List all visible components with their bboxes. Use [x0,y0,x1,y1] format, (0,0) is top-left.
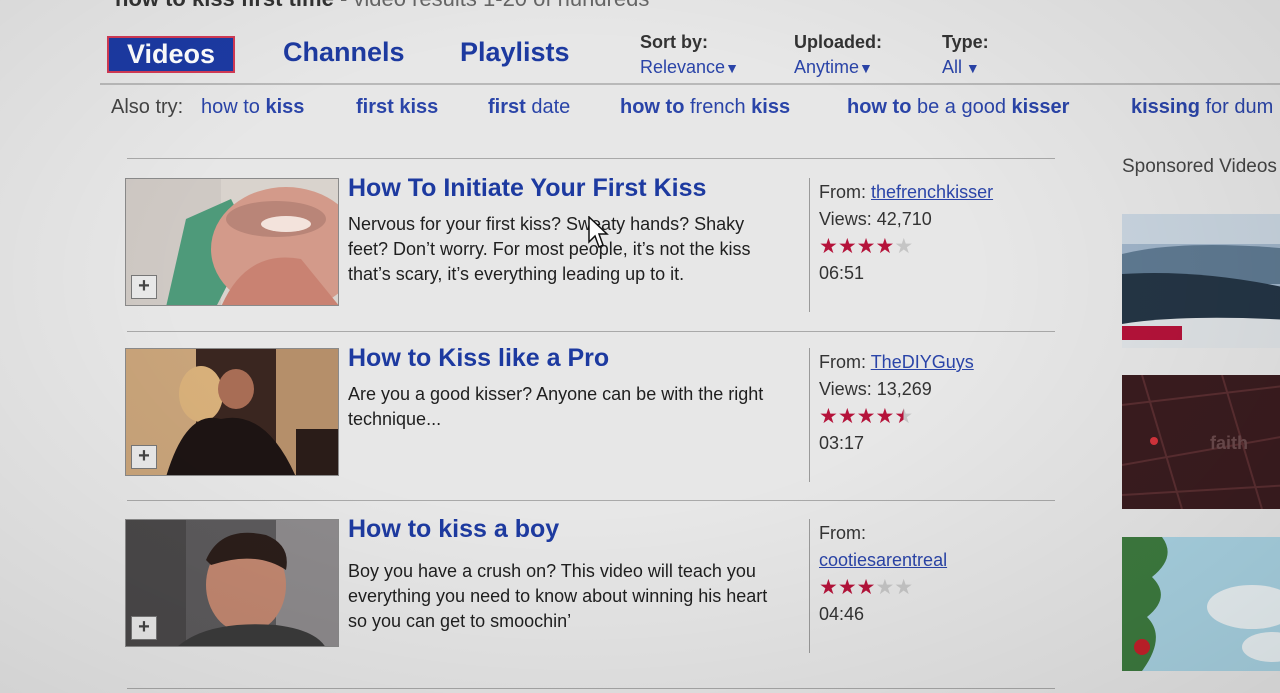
tab-videos[interactable]: Videos [107,36,235,73]
result-divider [127,331,1055,332]
video-result: + How To Initiate Your First Kiss Nervou… [125,174,1055,348]
type-label: Type: [942,32,989,52]
sort-label: Sort by: [640,32,709,52]
result-divider [127,500,1055,501]
star-icon: ★★ [875,576,914,599]
star-icon: ★★★★ [819,235,895,258]
uploaded-filter[interactable]: Uploaded: Anytime▼ [794,32,882,78]
results-count: - video results 1-20 of hundreds [340,0,649,11]
from-label: From: [819,182,866,202]
sponsored-heading: Sponsored Videos [1122,156,1277,177]
also-try-link[interactable]: first date [488,96,570,119]
channel-link[interactable]: cootiesarentreal [819,547,947,574]
channel-link[interactable]: TheDIYGuys [871,352,974,372]
sponsored-video-thumbnail[interactable] [1122,214,1280,348]
result-divider [127,688,1055,689]
video-result: + How to kiss a boy Boy you have a crush… [125,515,1055,689]
sort-dropdown[interactable]: Relevance▼ [640,57,739,78]
video-duration: 04:46 [819,604,865,624]
video-description: Nervous for your first kiss? Sweaty hand… [348,214,751,284]
caret-down-icon: ▼ [962,60,980,76]
video-result: + How to Kiss like a Pro Are you a good … [125,344,1055,518]
video-description: Are you a good kisser? Anyone can be wit… [348,384,764,429]
type-filter[interactable]: Type: All ▼ [942,32,989,78]
add-to-playlist-icon[interactable]: + [131,616,157,640]
star-icon: ★ [894,235,914,258]
uploaded-dropdown[interactable]: Anytime▼ [794,57,882,78]
sponsored-video-thumbnail[interactable]: faith [1122,375,1280,509]
sort-filter[interactable]: Sort by: Relevance▼ [640,32,739,78]
video-meta: From: TheDIYGuys Views: 13,269 ★★★★★ 03:… [819,349,974,457]
also-try-link[interactable]: how to kiss [201,96,304,119]
star-rating: ★★★★★ [819,403,974,430]
channel-link[interactable]: thefrenchkisser [871,182,993,202]
video-description: Boy you have a crush on? This video will… [348,561,768,631]
mouse-cursor-icon [588,216,609,249]
sponsored-video-thumbnail[interactable] [1122,537,1280,671]
ad-overlay-text: faith [1210,433,1248,453]
video-meta: From: cootiesarentreal ★★★★★ 04:46 [819,520,947,628]
also-try-link[interactable]: first kiss [356,96,438,119]
video-duration: 03:17 [819,433,865,453]
video-title-link[interactable]: How To Initiate Your First Kiss [348,174,706,203]
also-try-label: Also try: [111,96,184,118]
video-title-link[interactable]: How to Kiss like a Pro [348,344,609,373]
meta-divider [809,348,810,482]
view-count: Views: 13,269 [819,379,932,399]
caret-down-icon: ▼ [859,60,873,76]
tab-channels[interactable]: Channels [283,37,405,68]
also-try-link[interactable]: how to french kiss [620,96,790,119]
star-icon: ★★★ [819,576,876,599]
video-duration: 06:51 [819,263,865,283]
meta-divider [809,519,810,653]
video-title-link[interactable]: How to kiss a boy [348,515,559,544]
star-rating: ★★★★★ [819,574,947,601]
star-icon: ★ [894,405,914,428]
from-label: From: [819,352,866,372]
video-thumbnail[interactable]: + [125,519,339,647]
type-dropdown[interactable]: All ▼ [942,57,989,78]
star-rating: ★★★★★ [819,233,993,260]
video-meta: From: thefrenchkisser Views: 42,710 ★★★★… [819,179,993,287]
video-thumbnail[interactable]: + [125,348,339,476]
tab-playlists[interactable]: Playlists [460,37,570,68]
also-try-link[interactable]: how to be a good kisser [847,96,1069,119]
meta-divider [809,178,810,312]
query-text: how to kiss first time [115,0,334,11]
header-divider [100,83,1280,85]
add-to-playlist-icon[interactable]: + [131,275,157,299]
caret-down-icon: ▼ [725,60,739,76]
result-divider [127,158,1055,159]
add-to-playlist-icon[interactable]: + [131,445,157,469]
also-try-bar: Also try: how to kiss first kiss first d… [111,96,1273,119]
also-try-link[interactable]: kissing for dum [1131,96,1273,119]
star-icon: ★★★★ [819,405,895,428]
video-thumbnail[interactable]: + [125,178,339,306]
search-results-header: how to kiss first time - video results 1… [115,0,649,12]
from-label: From: [819,523,866,543]
uploaded-label: Uploaded: [794,32,882,52]
view-count: Views: 42,710 [819,209,932,229]
